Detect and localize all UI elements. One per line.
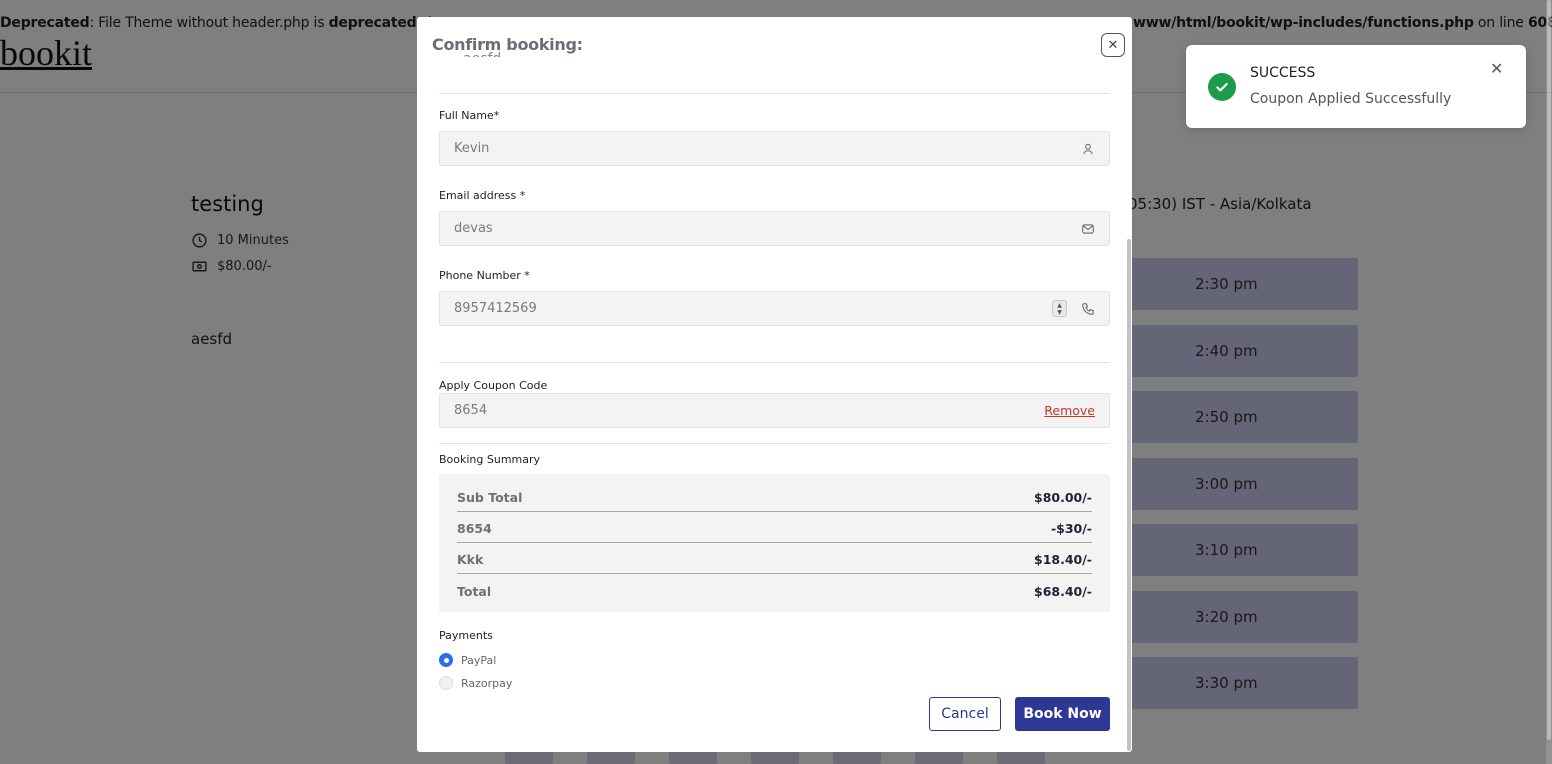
summary-row-label: Sub Total bbox=[457, 490, 523, 505]
summary-row: Kkk $18.40/- bbox=[457, 552, 1092, 567]
mail-icon bbox=[1082, 223, 1094, 234]
modal-title: Confirm booking: bbox=[432, 35, 583, 54]
number-stepper[interactable]: ▲ ▼ bbox=[1052, 300, 1067, 317]
phone-icon bbox=[1082, 302, 1094, 315]
summary-row: Sub Total $80.00/- bbox=[457, 490, 1092, 505]
payment-option-label: PayPal bbox=[461, 653, 497, 667]
toast-title: SUCCESS bbox=[1250, 65, 1316, 81]
payment-option-razorpay[interactable]: Razorpay bbox=[439, 676, 512, 690]
summary-row-value: $68.40/- bbox=[1034, 584, 1092, 599]
paypal-radio[interactable] bbox=[439, 653, 453, 667]
booking-summary-box: Sub Total $80.00/- 8654 -$30/- Kkk $18.4… bbox=[439, 474, 1110, 612]
payments-label: Payments bbox=[439, 629, 493, 642]
divider bbox=[439, 93, 1110, 94]
coupon-label: Apply Coupon Code bbox=[439, 379, 548, 392]
phone-field-wrapper: ▲▼ bbox=[439, 291, 1110, 326]
payment-option-paypal[interactable]: PayPal bbox=[439, 653, 496, 667]
email-input[interactable] bbox=[454, 221, 1081, 236]
summary-row-label: Total bbox=[457, 584, 492, 599]
close-modal-button[interactable]: ✕ bbox=[1101, 33, 1125, 57]
stepper-up-icon[interactable]: ▲ bbox=[1057, 302, 1062, 309]
summary-total-row: Total $68.40/- bbox=[457, 584, 1092, 599]
payment-option-label: Razorpay bbox=[461, 676, 513, 690]
page-scrollbar-thumb[interactable] bbox=[1547, 0, 1551, 740]
summary-row-label: Kkk bbox=[457, 552, 484, 567]
summary-row: 8654 -$30/- bbox=[457, 521, 1092, 536]
user-icon bbox=[1083, 143, 1093, 154]
close-toast-button[interactable]: ✕ bbox=[1490, 59, 1503, 78]
full-name-input[interactable] bbox=[454, 141, 1081, 156]
coupon-field-wrapper: Remove bbox=[439, 393, 1110, 428]
full-name-label: Full Name* bbox=[439, 109, 500, 122]
close-icon: ✕ bbox=[1490, 59, 1504, 78]
booking-summary-label: Booking Summary bbox=[439, 453, 541, 466]
divider bbox=[439, 362, 1110, 363]
email-field-wrapper bbox=[439, 211, 1110, 246]
summary-separator bbox=[457, 511, 1092, 512]
full-name-field-wrapper bbox=[439, 131, 1110, 166]
success-toast: SUCCESS Coupon Applied Successfully ✕ bbox=[1186, 45, 1526, 128]
confirm-booking-modal: aesfd Confirm booking: ✕ Full Name* Emai… bbox=[417, 17, 1132, 752]
divider bbox=[439, 443, 1110, 444]
summary-row-value: $80.00/- bbox=[1034, 490, 1092, 505]
summary-row-label: 8654 bbox=[457, 521, 492, 536]
stepper-down-icon[interactable]: ▼ bbox=[1057, 309, 1062, 316]
coupon-input[interactable] bbox=[454, 403, 1045, 418]
summary-separator bbox=[457, 573, 1092, 574]
email-label: Email address * bbox=[439, 189, 526, 202]
toast-message: Coupon Applied Successfully bbox=[1250, 91, 1452, 107]
summary-row-value: $18.40/- bbox=[1034, 552, 1092, 567]
cancel-button[interactable]: Cancel bbox=[929, 697, 1001, 731]
summary-separator bbox=[457, 542, 1092, 543]
phone-label: Phone Number * bbox=[439, 269, 530, 282]
book-now-button[interactable]: Book Now bbox=[1015, 697, 1110, 731]
page-scrollbar[interactable] bbox=[1546, 0, 1552, 764]
summary-row-value: -$30/- bbox=[1050, 521, 1092, 536]
check-circle-icon bbox=[1208, 73, 1236, 101]
remove-coupon-link[interactable]: Remove bbox=[1044, 403, 1095, 418]
phone-input[interactable] bbox=[454, 301, 1052, 316]
close-icon: ✕ bbox=[1107, 37, 1119, 53]
modal-scrollbar[interactable] bbox=[1127, 239, 1131, 751]
razorpay-radio[interactable] bbox=[439, 676, 453, 690]
